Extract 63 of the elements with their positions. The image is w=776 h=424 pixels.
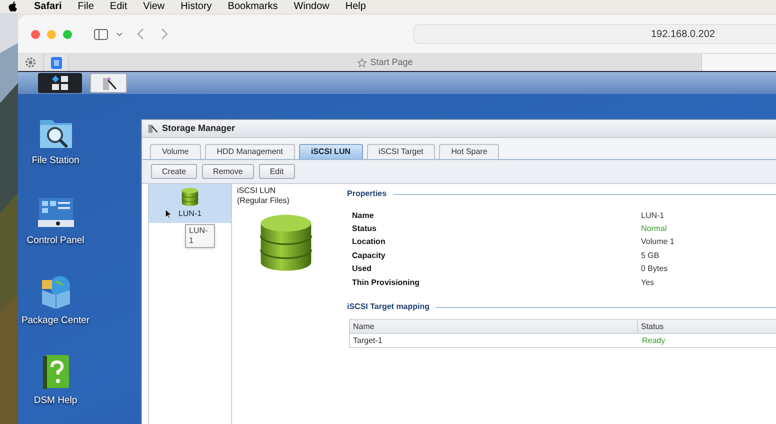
property-value: 5 GB — [641, 250, 660, 262]
property-value: Yes — [641, 276, 654, 289]
tab[interactable]: iSCSI LUN — [298, 144, 362, 159]
property-value: Normal — [641, 223, 667, 236]
lun-type-subtitle: (Regular Files) — [237, 196, 290, 206]
gear-icon[interactable] — [25, 57, 36, 68]
tab[interactable]: Hot Spare — [439, 144, 500, 159]
menu-item[interactable]: Help — [345, 0, 366, 14]
window-title: Storage Manager — [162, 122, 236, 135]
property-label: Thin Provisioning — [352, 276, 421, 289]
property-label: Name — [352, 210, 375, 222]
storage-wand-icon — [100, 76, 116, 90]
close-icon[interactable] — [31, 30, 40, 38]
section-title: Properties — [347, 188, 387, 200]
desktop-icon-label[interactable]: Package Center — [20, 315, 90, 326]
sidebar-icon[interactable] — [94, 28, 108, 40]
lun-type-title: iSCSI LUN — [237, 186, 277, 196]
column-header[interactable]: Status — [638, 320, 776, 334]
toolbar-button[interactable]: Create — [151, 164, 198, 179]
database-icon — [181, 187, 199, 207]
menu-item[interactable]: History — [180, 0, 212, 14]
property-value: Volume 1 — [641, 236, 674, 248]
property-value: 0 Bytes — [641, 263, 668, 276]
address-field[interactable]: 192.168.0.202 — [413, 24, 776, 44]
menu-item[interactable]: Edit — [110, 0, 128, 14]
tab[interactable]: Volume — [150, 144, 201, 159]
tab[interactable]: iSCSI Target — [366, 144, 436, 159]
toolbar-button[interactable]: Edit — [258, 164, 295, 179]
menu-item[interactable]: Bookmarks — [228, 0, 278, 14]
menu-item[interactable]: View — [143, 0, 165, 14]
property-label: Used — [352, 263, 373, 276]
taskbar-button[interactable] — [90, 73, 127, 93]
menu-item[interactable]: File — [78, 0, 94, 14]
menu-item[interactable]: Safari — [34, 0, 62, 14]
property-label: Capacity — [352, 250, 386, 262]
back-icon[interactable] — [137, 28, 144, 40]
apple-logo-icon[interactable] — [8, 1, 18, 12]
star-icon — [357, 58, 368, 68]
desktop-icon-label[interactable]: Control Panel — [20, 235, 90, 246]
maximize-icon[interactable] — [63, 30, 72, 38]
menu-item[interactable]: Window — [294, 0, 330, 14]
lun-list-item[interactable]: LUN-1 — [149, 184, 231, 223]
table-cell-text: Target-1 — [352, 334, 384, 347]
property-value: LUN-1 — [641, 210, 664, 222]
column-header[interactable]: Name — [350, 320, 638, 334]
property-label: Location — [352, 236, 386, 248]
storage-wand-icon — [147, 123, 158, 134]
browser-tab[interactable]: Start Page — [68, 54, 702, 71]
tab[interactable]: HDD Management — [204, 144, 295, 159]
toolbar-button[interactable]: Remove — [202, 164, 254, 179]
tooltip: LUN-1 — [185, 224, 215, 248]
table-cell-text: Ready — [641, 334, 666, 347]
grid-icon — [51, 75, 69, 91]
cursor-icon — [165, 209, 172, 219]
property-label: Status — [352, 223, 378, 236]
forward-icon[interactable] — [161, 28, 168, 40]
chevron-down-icon[interactable] — [116, 32, 123, 36]
database-icon — [258, 212, 314, 274]
desktop-icon-label[interactable]: DSM Help — [20, 395, 90, 406]
desktop-icon-label[interactable]: File Station — [20, 155, 90, 166]
section-title: iSCSI Target mapping — [347, 301, 430, 314]
taskbar-button[interactable] — [38, 73, 82, 93]
document-icon[interactable] — [50, 56, 62, 68]
